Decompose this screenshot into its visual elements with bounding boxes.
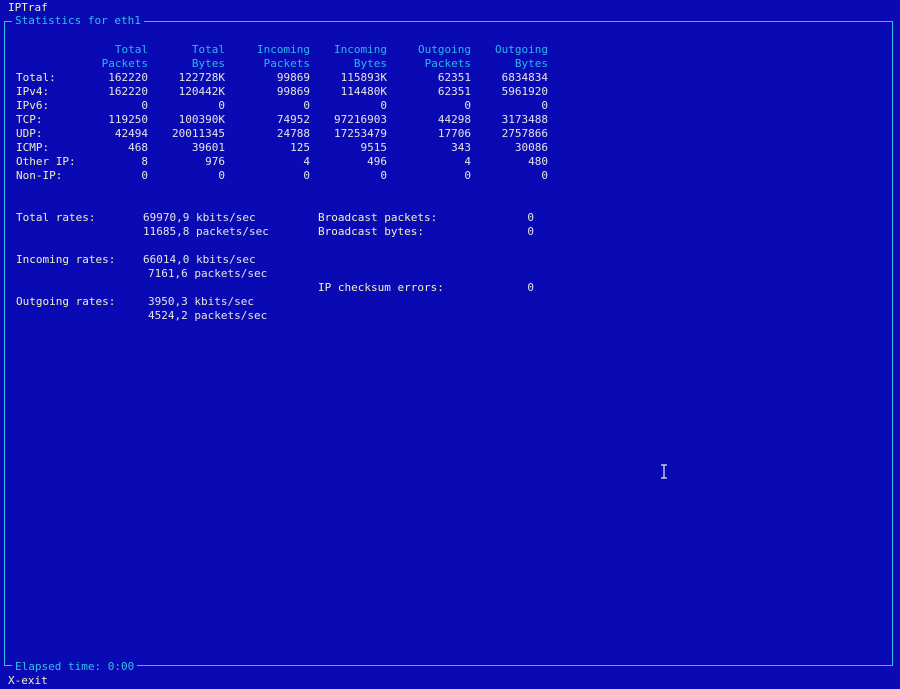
cell-value: 0 <box>380 169 387 182</box>
total-rates-kbits: 69970,9 kbits/sec <box>143 211 256 224</box>
cell-value: 17706 <box>437 127 471 140</box>
cell-value: 42494 <box>114 127 148 140</box>
ip-checksum-errors-value: 0 <box>527 281 534 294</box>
cell-value: 97216903 <box>334 113 387 126</box>
exit-hint[interactable]: X-exit <box>8 674 48 688</box>
cell-value: 44298 <box>437 113 471 126</box>
cell-value: 30086 <box>514 141 548 154</box>
cell-value: 20011345 <box>172 127 225 140</box>
header-incoming-bytes-2: Bytes <box>353 57 387 70</box>
cell-value: 0 <box>303 99 310 112</box>
row-label-ipv4: IPv4: <box>16 85 50 98</box>
cell-value: 119250 <box>108 113 148 126</box>
cell-value: 0 <box>218 169 225 182</box>
cell-value: 468 <box>128 141 148 154</box>
cell-value: 0 <box>464 99 471 112</box>
row-label-total: Total: <box>16 71 56 84</box>
total-rates-packets: 11685,8 packets/sec <box>143 225 269 238</box>
cell-value: 0 <box>141 99 148 112</box>
cell-value: 122728K <box>178 71 225 84</box>
cell-value: 162220 <box>108 71 148 84</box>
cell-value: 115893K <box>340 71 387 84</box>
row-label-udp: UDP: <box>16 127 43 140</box>
row-label-ipv6: IPv6: <box>16 99 50 112</box>
cell-value: 120442K <box>178 85 225 98</box>
cell-value: 6834834 <box>501 71 548 84</box>
cell-value: 5961920 <box>501 85 548 98</box>
header-outgoing-packets-1: Outgoing <box>418 43 471 56</box>
outgoing-rates-label: Outgoing rates: <box>16 295 116 308</box>
cell-value: 8 <box>141 155 148 168</box>
cell-value: 0 <box>541 99 548 112</box>
elapsed-time-value: 0:00 <box>107 660 135 673</box>
header-outgoing-bytes-2: Bytes <box>514 57 548 70</box>
outgoing-rates-packets: 4524,2 packets/sec <box>148 309 268 322</box>
broadcast-bytes-label: Broadcast bytes: <box>318 225 424 238</box>
cell-value: 9515 <box>360 141 388 154</box>
elapsed-time-label: Elapsed time: <box>15 660 102 673</box>
outgoing-rates-kbits: 3950,3 kbits/sec <box>148 295 254 308</box>
broadcast-packets-label: Broadcast packets: <box>318 211 438 224</box>
text-cursor-icon <box>661 464 667 479</box>
header-incoming-bytes-1: Incoming <box>334 43 387 56</box>
cell-value: 125 <box>290 141 310 154</box>
header-total-bytes-1: Total <box>191 43 225 56</box>
cell-value: 0 <box>464 169 471 182</box>
cell-value: 114480K <box>340 85 387 98</box>
cell-value: 74952 <box>276 113 310 126</box>
cell-value: 3173488 <box>501 113 548 126</box>
cell-value: 99869 <box>276 85 310 98</box>
header-total-packets-2: Packets <box>101 57 148 70</box>
iptraf-screen: IPTraf Statistics for eth1 Total Packets… <box>0 0 900 689</box>
header-outgoing-bytes-1: Outgoing <box>495 43 548 56</box>
header-incoming-packets-1: Incoming <box>257 43 310 56</box>
row-label-icmp: ICMP: <box>16 141 50 154</box>
header-incoming-packets-2: Packets <box>263 57 310 70</box>
cell-value: 0 <box>541 169 548 182</box>
cell-value: 0 <box>303 169 310 182</box>
frame-title: Statistics for eth1 <box>12 14 144 28</box>
cell-value: 62351 <box>437 85 471 98</box>
elapsed-time: Elapsed time: 0:00 <box>12 660 138 674</box>
cell-value: 24788 <box>276 127 310 140</box>
incoming-rates-kbits: 66014,0 kbits/sec <box>143 253 256 266</box>
ip-checksum-errors-label: IP checksum errors: <box>318 281 444 294</box>
incoming-rates-label: Incoming rates: <box>16 253 116 266</box>
cell-value: 0 <box>141 169 148 182</box>
cell-value: 976 <box>205 155 225 168</box>
row-label-other-ip: Other IP: <box>16 155 76 168</box>
total-rates-label: Total rates: <box>16 211 96 224</box>
broadcast-bytes-value: 0 <box>527 225 534 238</box>
cell-value: 0 <box>218 99 225 112</box>
cell-value: 343 <box>451 141 471 154</box>
cell-value: 496 <box>367 155 387 168</box>
cell-value: 2757866 <box>501 127 548 140</box>
broadcast-packets-value: 0 <box>527 211 534 224</box>
cell-value: 4 <box>464 155 471 168</box>
header-total-packets-1: Total <box>114 43 148 56</box>
cell-value: 480 <box>528 155 548 168</box>
cell-value: 99869 <box>276 71 310 84</box>
row-label-non-ip: Non-IP: <box>16 169 63 182</box>
cell-value: 39601 <box>191 141 225 154</box>
row-label-tcp: TCP: <box>16 113 43 126</box>
cell-value: 162220 <box>108 85 148 98</box>
cell-value: 0 <box>380 99 387 112</box>
header-total-bytes-2: Bytes <box>191 57 225 70</box>
cell-value: 17253479 <box>334 127 387 140</box>
cell-value: 100390K <box>178 113 225 126</box>
app-title: IPTraf <box>8 1 48 14</box>
cell-value: 4 <box>303 155 310 168</box>
cell-value: 62351 <box>437 71 471 84</box>
incoming-rates-packets: 7161,6 packets/sec <box>148 267 268 280</box>
header-outgoing-packets-2: Packets <box>424 57 471 70</box>
